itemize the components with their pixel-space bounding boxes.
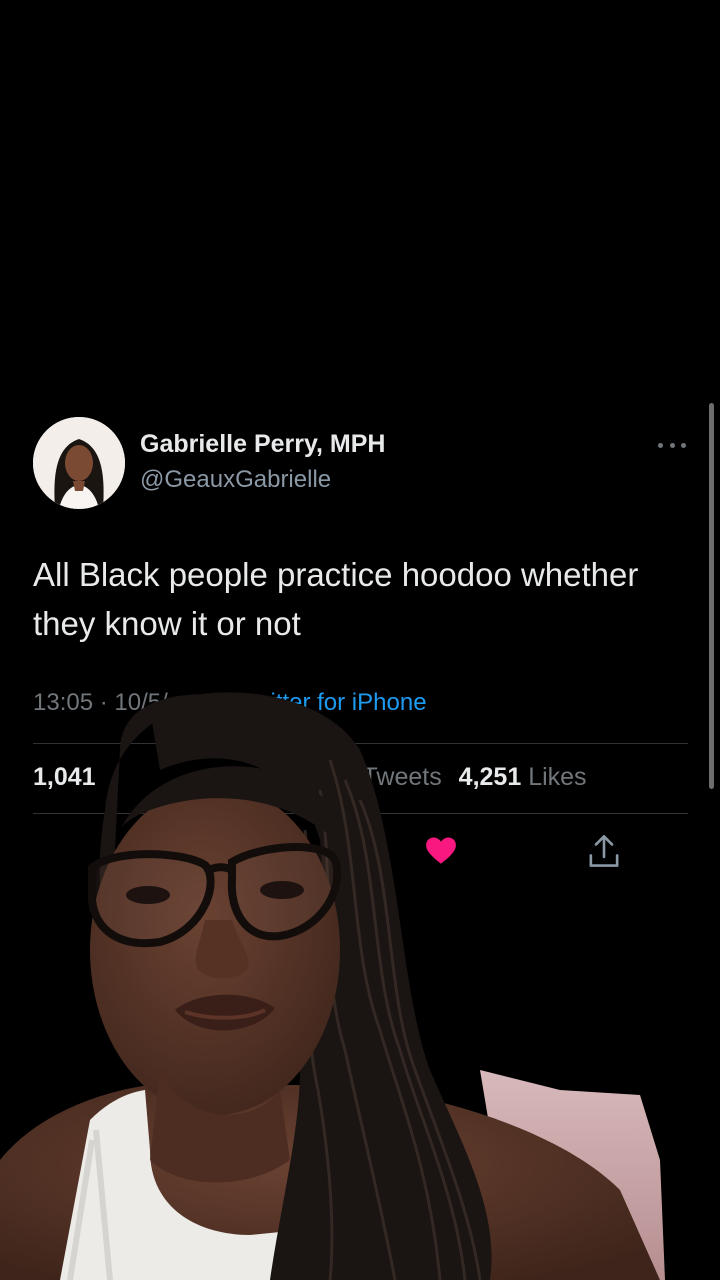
profile-avatar[interactable] bbox=[33, 417, 125, 509]
tweet-text: All Black people practice hoodoo whether… bbox=[33, 556, 639, 642]
screen: Gabrielle Perry, MPH @GeauxGabrielle All… bbox=[0, 0, 720, 1280]
more-horizontal-icon[interactable] bbox=[658, 437, 686, 453]
user-handle[interactable]: @GeauxGabrielle bbox=[140, 466, 331, 494]
creator-webcam-overlay bbox=[0, 692, 665, 1280]
display-name[interactable]: Gabrielle Perry, MPH bbox=[140, 430, 385, 459]
